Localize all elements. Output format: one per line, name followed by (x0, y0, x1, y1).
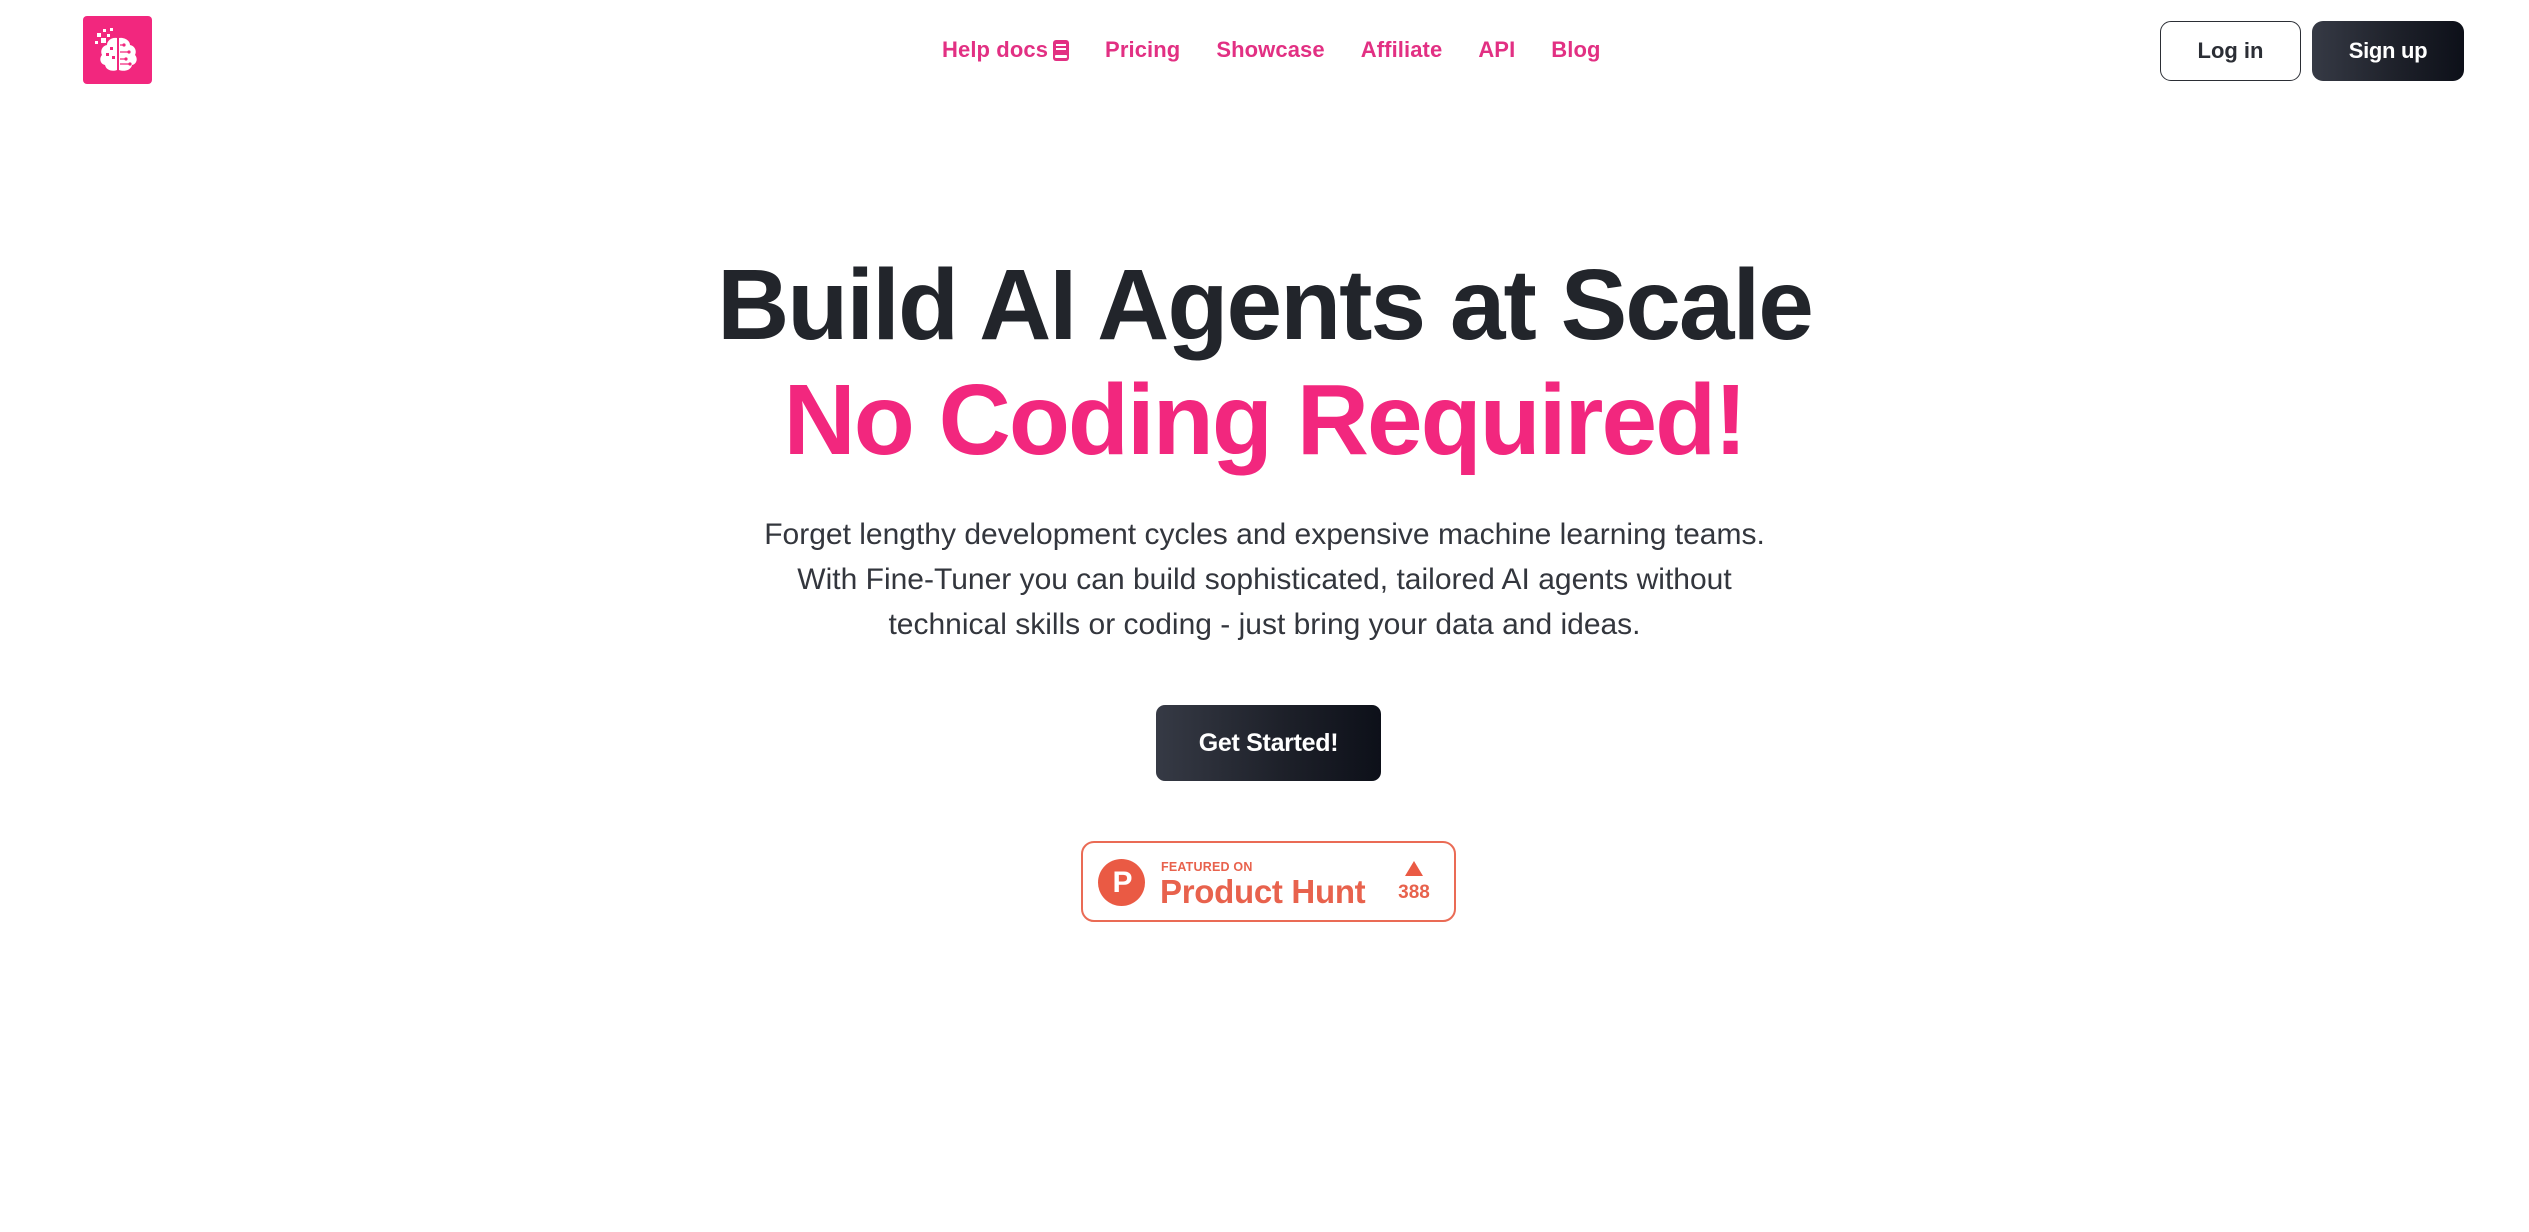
hero-subtitle-line: technical skills or coding - just bring … (888, 608, 1641, 641)
nav-pricing[interactable]: Pricing (1105, 37, 1180, 63)
logo[interactable] (83, 16, 152, 84)
nav-api[interactable]: API (1478, 37, 1515, 63)
book-icon (1053, 39, 1070, 61)
nav-help-docs-label: Help docs (942, 37, 1049, 62)
hero-title: Build AI Agents at Scale (717, 249, 1814, 361)
signup-button[interactable]: Sign up (2312, 21, 2464, 81)
hero-subtitle-line: Forget lengthy development cycles and ex… (764, 518, 1765, 551)
product-hunt-logo-letter: P (1112, 865, 1133, 899)
product-hunt-logo-icon: P (1098, 859, 1145, 906)
hero-title-accent: No Coding Required! (783, 364, 1748, 476)
hero-subtitle-line: With Fine-Tuner you can build sophistica… (797, 563, 1732, 596)
nav-showcase[interactable]: Showcase (1216, 37, 1324, 63)
upvote-count: 388 (1398, 882, 1430, 903)
nav-help-docs[interactable]: Help docs (942, 37, 1070, 63)
brain-circuit-icon (94, 28, 137, 71)
product-hunt-badge[interactable]: P FEATURED ON Product Hunt 388 (1081, 841, 1456, 922)
nav-blog[interactable]: Blog (1551, 37, 1600, 63)
get-started-button[interactable]: Get Started! (1156, 705, 1381, 781)
triangle-up-icon (1405, 861, 1423, 876)
main-nav: Help docs Pricing Showcase Affiliate API… (942, 33, 1601, 67)
featured-on-label: FEATURED ON (1161, 860, 1253, 874)
product-hunt-name: Product Hunt (1160, 873, 1366, 910)
hero-subtitle: Forget lengthy development cycles and ex… (0, 512, 2529, 647)
nav-affiliate[interactable]: Affiliate (1361, 37, 1443, 63)
login-button[interactable]: Log in (2160, 21, 2301, 81)
